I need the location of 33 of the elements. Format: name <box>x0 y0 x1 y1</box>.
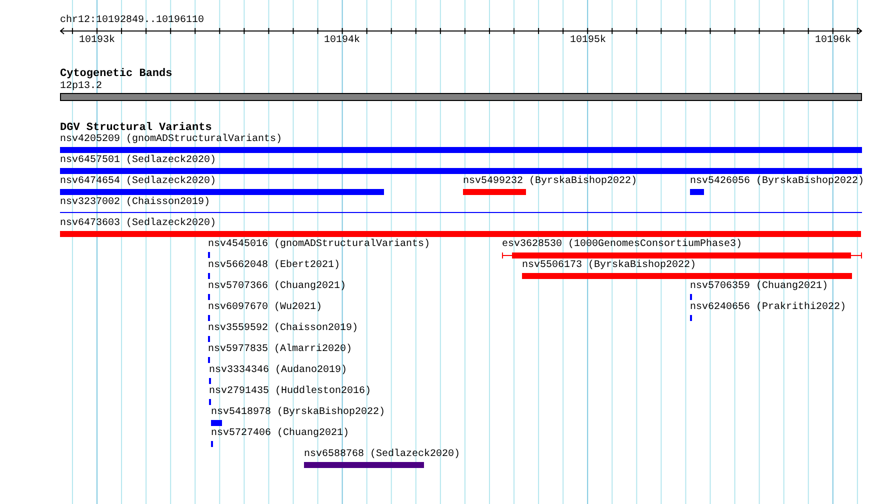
feature-label: nsv5977835 (Almarri2020) <box>208 344 352 356</box>
ruler-tick-label: 10194k <box>322 34 361 48</box>
feature-label: esv3628530 (1000GenomesConsortiumPhase3) <box>502 239 742 251</box>
ruler-tick-label: 10193k <box>78 34 116 48</box>
feature-label: nsv6457501 (Sedlazeck2020) <box>60 155 216 167</box>
feature-label: nsv5706359 (Chuang2021) <box>690 281 828 293</box>
feature-bar[interactable] <box>502 252 862 259</box>
feature-label: nsv5707366 (Chuang2021) <box>208 281 346 293</box>
feature-label: nsv6097670 (Wu2021) <box>208 302 322 314</box>
feature-label: nsv5418978 (ByrskaBishop2022) <box>211 407 386 419</box>
feature-label: nsv5499232 (ByrskaBishop2022) <box>463 176 638 188</box>
feature-label: nsv3237002 (Chaisson2019) <box>60 197 210 209</box>
feature-label: nsv5426056 (ByrskaBishop2022) <box>690 176 864 188</box>
track-title: DGV Structural Variants <box>60 121 212 134</box>
feature-label: nsv4545016 (gnomADStructuralVariants) <box>208 239 430 251</box>
feature-label: nsv2791435 (Huddleston2016) <box>209 386 372 398</box>
band-label: 12p13.2 <box>60 80 102 93</box>
feature-label: nsv4205209 (gnomADStructuralVariants) <box>60 134 282 146</box>
feature-label: nsv6588768 (Sedlazeck2020) <box>304 449 460 461</box>
location-label: chr12:10192849..10196110 <box>60 14 204 28</box>
feature-label: nsv3559592 (Chaisson2019) <box>208 323 358 335</box>
feature-label: nsv6473603 (Sedlazeck2020) <box>60 218 216 230</box>
feature-label: nsv5662048 (Ebert2021) <box>208 260 340 272</box>
feature-label: nsv3334346 (Audano2019) <box>209 365 348 377</box>
feature-label: nsv5727406 (Chuang2021) <box>211 428 350 440</box>
track-title: Cytogenetic Bands <box>60 67 172 81</box>
feature-label: nsv6240656 (Prakrithi2022) <box>690 302 846 314</box>
cytoband-bar[interactable] <box>60 93 862 101</box>
feature-label: nsv5506173 (ByrskaBishop2022) <box>522 260 696 272</box>
feature-line[interactable] <box>60 212 862 213</box>
ruler-tick-label: 10196k <box>814 34 852 48</box>
feature-label: nsv6474654 (Sedlazeck2020) <box>60 176 216 188</box>
ruler-tick-label: 10195k <box>568 34 607 48</box>
